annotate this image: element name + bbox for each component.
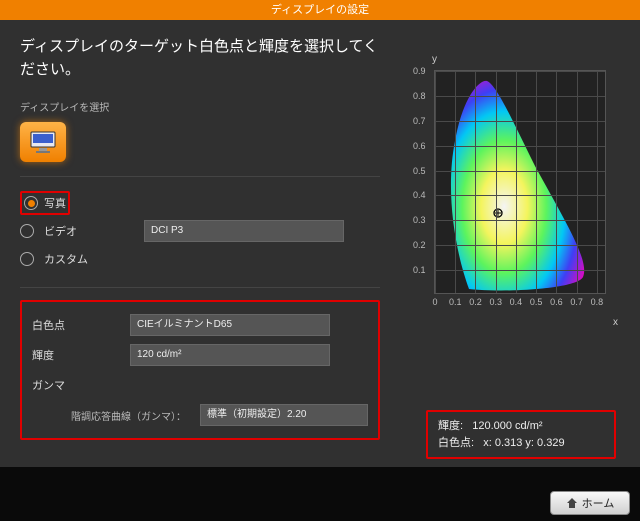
radio-custom[interactable] [20, 252, 34, 266]
readout-highlight: 輝度: 120.000 cd/m² 白色点: x: 0.313 y: 0.329 [426, 410, 616, 459]
home-button-label: ホーム [582, 495, 615, 511]
trc-label: 階調応答曲線（ガンマ）： [32, 408, 192, 423]
luminance-select[interactable]: 120 cd/m² [130, 344, 330, 366]
radio-custom-label: カスタム [44, 251, 134, 267]
readout-lum-value: 120.000 cd/m² [472, 420, 542, 432]
settings-highlight: 白色点 CIEイルミナントD65 輝度 120 cd/m² ガンマ 階調応答曲線… [20, 300, 380, 440]
readout-lum-label: 輝度: [438, 420, 463, 432]
gamma-row: ガンマ [32, 370, 368, 400]
page-heading: ディスプレイのターゲット白色点と輝度を選択してください。 [20, 36, 380, 81]
preset-custom-row[interactable]: カスタム [20, 245, 380, 273]
video-colorspace-select[interactable]: DCI P3 [144, 220, 344, 242]
luminance-row: 輝度 120 cd/m² [32, 340, 368, 370]
white-point-select[interactable]: CIEイルミナントD65 [130, 314, 330, 336]
x-axis-title: x [613, 317, 618, 328]
left-panel: ディスプレイのターゲット白色点と輝度を選択してください。 ディスプレイを選択 写… [0, 20, 400, 467]
luminance-label: 輝度 [32, 347, 122, 363]
white-point-label: 白色点 [32, 317, 122, 333]
display-thumbnail[interactable] [20, 122, 66, 162]
preset-video-row[interactable]: ビデオ DCI P3 [20, 217, 380, 245]
trc-select[interactable]: 標準（初期設定）2.20 [200, 404, 368, 426]
readout-wp-label: 白色点: [438, 437, 474, 449]
home-button[interactable]: ホーム [550, 491, 630, 515]
y-axis-title: y [432, 54, 437, 65]
chromaticity-chart: y [408, 70, 620, 360]
home-icon [566, 497, 578, 509]
white-point-row: 白色点 CIEイルミナントD65 [32, 310, 368, 340]
readout-wp-value: x: 0.313 y: 0.329 [483, 437, 564, 449]
readout-whitepoint-row: 白色点: x: 0.313 y: 0.329 [438, 435, 604, 452]
preset-photo-row[interactable]: 写真 [20, 189, 380, 217]
radio-video[interactable] [20, 224, 34, 238]
radio-photo[interactable] [24, 196, 38, 210]
gamma-label: ガンマ [32, 377, 122, 393]
select-display-label: ディスプレイを選択 [20, 99, 380, 114]
trc-row: 階調応答曲線（ガンマ）： 標準（初期設定）2.20 [32, 400, 368, 430]
divider [20, 176, 380, 177]
divider-2 [20, 287, 380, 288]
window-titlebar: ディスプレイの設定 [0, 0, 640, 20]
chart-plot-area: 00.10.20.30.40.50.60.70.80.10.20.30.40.5… [434, 70, 606, 294]
cie-gamut-shape [435, 71, 607, 295]
monitor-icon [29, 130, 57, 154]
readout-luminance-row: 輝度: 120.000 cd/m² [438, 418, 604, 435]
right-panel: y [400, 20, 640, 467]
highlight-photo: 写真 [20, 191, 70, 215]
radio-photo-label: 写真 [44, 195, 66, 211]
radio-video-label: ビデオ [44, 223, 134, 239]
main-content: ディスプレイのターゲット白色点と輝度を選択してください。 ディスプレイを選択 写… [0, 20, 640, 467]
